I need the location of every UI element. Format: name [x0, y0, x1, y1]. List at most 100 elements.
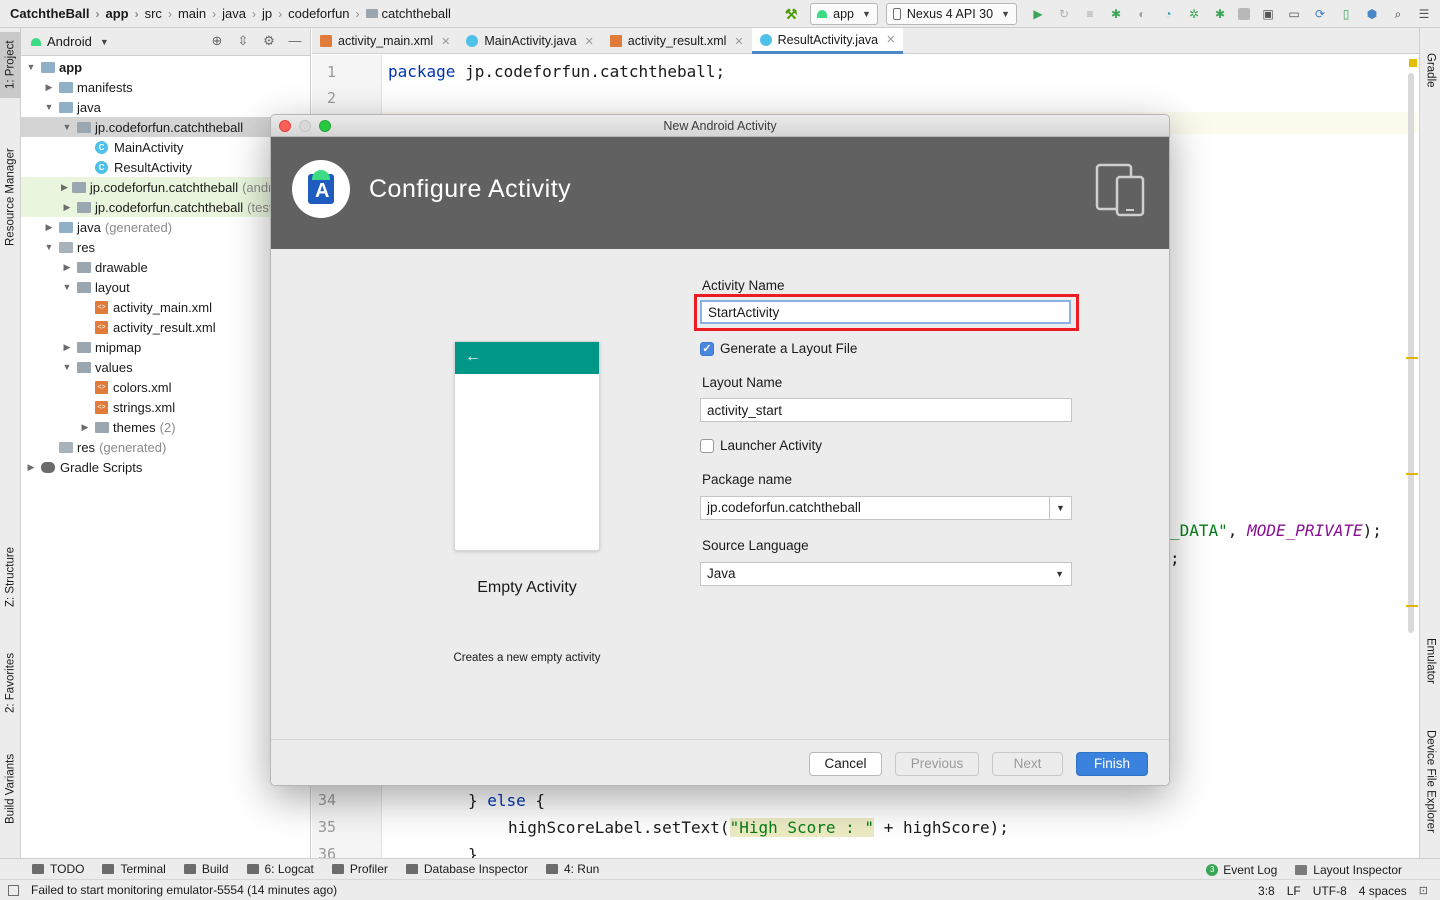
- generate-layout-checkbox[interactable]: ✓: [700, 342, 714, 356]
- launcher-activity-label[interactable]: Launcher Activity: [720, 438, 822, 453]
- code-line[interactable]: highScoreLabel.setText("High Score : " +…: [508, 818, 1009, 837]
- tab-build-variants[interactable]: Build Variants: [0, 744, 21, 834]
- tree-item[interactable]: ▶ jp.codeforfun.catchtheball (test): [21, 197, 311, 217]
- layout-inspector-tab[interactable]: Layout Inspector: [1295, 863, 1402, 877]
- close-icon[interactable]: ✕: [734, 35, 743, 48]
- tab-favorites[interactable]: 2: Favorites: [0, 640, 21, 726]
- close-icon[interactable]: ✕: [886, 33, 895, 46]
- breadcrumb-item[interactable]: app ›: [105, 6, 144, 21]
- chevron-down-icon[interactable]: ▼: [61, 122, 73, 132]
- breadcrumb-item[interactable]: catchtheball: [365, 6, 451, 21]
- file-encoding[interactable]: UTF-8: [1313, 884, 1347, 898]
- gear-icon[interactable]: ⚙: [262, 34, 276, 48]
- chevron-right-icon[interactable]: ▶: [25, 462, 37, 473]
- tree-item[interactable]: ▼ java: [21, 97, 311, 117]
- code-line[interactable]: _DATA", MODE_PRIVATE);: [1170, 521, 1382, 540]
- tool-window-tab[interactable]: Terminal: [102, 862, 166, 876]
- tool-window-tab[interactable]: TODO: [32, 862, 84, 876]
- code-line[interactable]: }: [468, 845, 478, 858]
- indent-setting[interactable]: 4 spaces: [1359, 884, 1407, 898]
- layout-icon[interactable]: ▭: [1286, 6, 1302, 22]
- chevron-right-icon[interactable]: ▶: [61, 262, 73, 273]
- breadcrumb-item[interactable]: main ›: [178, 6, 222, 21]
- minimize-window-button[interactable]: [299, 120, 311, 132]
- project-view-select[interactable]: Android: [47, 34, 92, 49]
- source-language-select[interactable]: Java ▼: [700, 562, 1072, 586]
- debug-icon[interactable]: ✱: [1108, 6, 1124, 22]
- chevron-right-icon[interactable]: ▶: [61, 182, 68, 193]
- run-config-select[interactable]: app ▼: [810, 3, 878, 25]
- run-icon[interactable]: ▶: [1030, 6, 1046, 22]
- toggle-panels-icon[interactable]: [8, 884, 19, 896]
- tree-item[interactable]: ▶jp.codeforfun.catchtheball(androidTest): [21, 177, 311, 197]
- coverage-icon[interactable]: ◐: [1134, 6, 1150, 22]
- scroll-marker[interactable]: [1406, 473, 1418, 475]
- previous-button[interactable]: Previous: [895, 752, 979, 776]
- project-structure-icon[interactable]: ▣: [1260, 6, 1276, 22]
- chevron-right-icon[interactable]: ▶: [43, 222, 55, 233]
- todo-icon[interactable]: ☰: [1416, 6, 1432, 22]
- apply-code-changes-icon[interactable]: ≡: [1082, 6, 1098, 22]
- editor-tab[interactable]: activity_result.xml ✕: [602, 28, 752, 54]
- tree-item[interactable]: ▶ drawable: [21, 257, 311, 277]
- status-message[interactable]: Failed to start monitoring emulator-5554…: [31, 883, 337, 897]
- tree-item[interactable]: <> colors.xml: [21, 377, 311, 397]
- tree-item[interactable]: <> strings.xml: [21, 397, 311, 417]
- make-project-icon[interactable]: ⚒: [782, 5, 800, 23]
- editor-scrollbar[interactable]: [1406, 55, 1418, 858]
- package-name-combo[interactable]: jp.codeforfun.catchtheball ▼: [700, 496, 1072, 520]
- activity-name-input[interactable]: [700, 300, 1071, 324]
- sdk-manager-icon[interactable]: ⬢: [1364, 6, 1380, 22]
- search-icon[interactable]: ⌕: [1390, 6, 1406, 22]
- lock-icon[interactable]: ⊡: [1419, 884, 1428, 897]
- collapse-all-icon[interactable]: ⇳: [236, 34, 250, 48]
- tree-item[interactable]: <> activity_main.xml: [21, 297, 311, 317]
- breadcrumb-item[interactable]: src ›: [145, 6, 178, 21]
- scroll-marker[interactable]: [1406, 605, 1418, 607]
- tree-item[interactable]: ▶ java (generated): [21, 217, 311, 237]
- tree-item[interactable]: <> activity_result.xml: [21, 317, 311, 337]
- tree-item[interactable]: ▼ app: [21, 57, 311, 77]
- tree-item[interactable]: ▼ values: [21, 357, 311, 377]
- chevron-right-icon[interactable]: ▶: [61, 342, 73, 353]
- event-log-tab[interactable]: 3 Event Log: [1206, 863, 1277, 877]
- caret-position[interactable]: 3:8: [1258, 884, 1275, 898]
- line-separator[interactable]: LF: [1287, 884, 1301, 898]
- layout-name-input[interactable]: [700, 398, 1072, 422]
- close-icon[interactable]: ✕: [585, 35, 594, 48]
- tree-item[interactable]: ▶ Gradle Scripts: [21, 457, 311, 477]
- launcher-activity-checkbox[interactable]: [700, 439, 714, 453]
- breadcrumb-item[interactable]: codeforfun ›: [288, 6, 365, 21]
- close-window-button[interactable]: [279, 120, 291, 132]
- tool-window-tab[interactable]: Profiler: [331, 862, 388, 876]
- tab-emulator[interactable]: Emulator: [1420, 626, 1440, 696]
- attach-icon[interactable]: ✱: [1212, 6, 1228, 22]
- close-icon[interactable]: ✕: [441, 35, 450, 48]
- tree-item[interactable]: ▶ mipmap: [21, 337, 311, 357]
- minimize-icon[interactable]: —: [288, 34, 302, 48]
- cancel-button[interactable]: Cancel: [809, 752, 882, 776]
- tool-window-tab[interactable]: Database Inspector: [405, 862, 528, 876]
- tab-device-file-explorer[interactable]: Device File Explorer: [1420, 716, 1440, 846]
- tree-item[interactable]: ▶ manifests: [21, 77, 311, 97]
- breadcrumb-item[interactable]: java ›: [222, 6, 262, 21]
- tab-gradle[interactable]: Gradle: [1420, 40, 1440, 100]
- warning-icon[interactable]: [1409, 59, 1417, 67]
- tab-project[interactable]: 1: Project: [0, 32, 21, 98]
- stop-icon[interactable]: [1238, 8, 1250, 20]
- tool-window-tab[interactable]: 6: Logcat: [246, 862, 314, 876]
- tree-item[interactable]: res (generated): [21, 437, 311, 457]
- tree-item[interactable]: ▼ res: [21, 237, 311, 257]
- tree-item[interactable]: ▼ jp.codeforfun.catchtheball: [21, 117, 311, 137]
- tool-window-tab[interactable]: 4: Run: [545, 862, 599, 876]
- editor-tab[interactable]: ResultActivity.java ✕: [751, 28, 904, 54]
- device-select[interactable]: Nexus 4 API 30 ▼: [885, 3, 1017, 25]
- editor-tab[interactable]: activity_main.xml ✕: [312, 28, 458, 54]
- tool-window-tab[interactable]: Build: [183, 862, 229, 876]
- chevron-down-icon[interactable]: ▼: [43, 102, 55, 112]
- generate-layout-label[interactable]: Generate a Layout File: [720, 341, 857, 356]
- chevron-right-icon[interactable]: ▶: [61, 202, 73, 213]
- chevron-down-icon[interactable]: ▼: [61, 282, 73, 292]
- chevron-down-icon[interactable]: ▼: [61, 362, 73, 372]
- next-button[interactable]: Next: [992, 752, 1063, 776]
